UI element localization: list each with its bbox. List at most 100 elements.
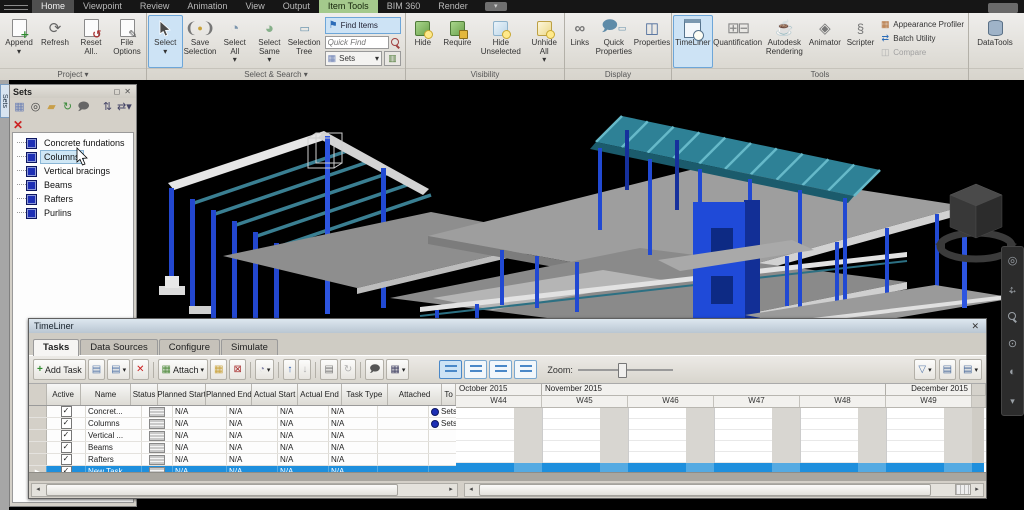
titlebar-widget[interactable] — [988, 3, 1018, 13]
active-checkbox[interactable]: ✓ — [61, 430, 72, 441]
table-scrollbar[interactable]: ◂▸ — [31, 483, 458, 497]
timeliner-titlebar[interactable]: TimeLiner ✕ — [29, 319, 986, 333]
select-all-button[interactable]: ◔ Select All ▾ — [218, 15, 253, 68]
dock-icon[interactable]: ◻ — [112, 87, 123, 96]
select-button[interactable]: Select ▾ — [148, 15, 183, 68]
appearance-profiler-button[interactable]: ▦ Appearance Profiler — [880, 19, 964, 29]
active-checkbox[interactable]: ✓ — [61, 454, 72, 465]
menu-tab-item-tools[interactable]: Item Tools — [319, 0, 378, 13]
menu-tab-bim-360[interactable]: BIM 360 — [378, 0, 430, 13]
zoom-slider-thumb[interactable] — [618, 363, 627, 378]
refresh-tasks-button[interactable]: ↻ — [340, 359, 356, 380]
timeliner-tab-configure[interactable]: Configure — [159, 339, 220, 355]
export-dropdown[interactable]: ▤▾ — [959, 359, 982, 380]
look-icon[interactable]: ◐ — [1009, 366, 1016, 378]
move-down-button[interactable]: ↓ — [298, 359, 311, 380]
move-up-button[interactable]: ↑ — [283, 359, 296, 380]
active-checkbox[interactable]: ✓ — [61, 418, 72, 429]
columns-dropdown[interactable]: ▦▾ — [386, 359, 409, 380]
hide-unselected-button[interactable]: Hide Unselected — [476, 15, 525, 68]
steering-wheel-icon[interactable]: ◎ — [1008, 255, 1018, 267]
find-icon[interactable]: ◎ — [29, 101, 42, 114]
save-selection-button[interactable]: ❨●❩ Save Selection — [183, 15, 218, 68]
pan-icon[interactable]: ↔↕ — [1007, 284, 1018, 296]
render-camera-icon[interactable]: ▾ — [485, 2, 507, 11]
set-item-purlins[interactable]: Purlins — [17, 206, 133, 220]
delete-set-icon[interactable]: ✕ — [13, 118, 23, 132]
batch-utility-button[interactable]: ⇄ Batch Utility — [880, 33, 964, 43]
task-row-concret-[interactable]: ✓Concret...N/AN/AN/AN/ASets->Conc... — [29, 406, 456, 418]
reset-all-button[interactable]: ↺ Reset All.. — [73, 15, 109, 68]
task-row-rafters[interactable]: ✓RaftersN/AN/AN/AN/A — [29, 454, 456, 466]
autodesk-rendering-button[interactable]: ☕ Autodesk Rendering — [763, 15, 807, 68]
quick-find-input[interactable] — [325, 36, 389, 49]
append-button[interactable]: + Append ▾ — [1, 15, 37, 68]
clear-attachment-button[interactable]: ⊠ — [229, 359, 245, 380]
menu-tab-output[interactable]: Output — [274, 0, 319, 13]
show-planned-toggle[interactable] — [464, 360, 487, 379]
import-export-icon[interactable]: ⇄▾ — [117, 101, 130, 114]
scripter-button[interactable]: § Scripter — [844, 15, 878, 68]
comment-button[interactable]: 🗩 — [365, 359, 384, 380]
insert-task-dropdown[interactable]: ▤▾ — [107, 359, 130, 380]
select-same-button[interactable]: ◕ Select Same ▾ — [252, 15, 287, 68]
task-row-beams[interactable]: ✓BeamsN/AN/AN/AN/A — [29, 442, 456, 454]
require-button[interactable]: Require — [439, 15, 477, 68]
timeliner-close-icon[interactable]: ✕ — [969, 321, 981, 332]
unhide-all-button[interactable]: Unhide All ▾ — [525, 15, 563, 68]
menu-tab-home[interactable]: Home — [32, 0, 74, 13]
add-task-button[interactable]: + Add Task — [33, 359, 86, 380]
gantt-scrollbar[interactable]: ◂▸ — [464, 483, 984, 497]
timeliner-tab-tasks[interactable]: Tasks — [33, 339, 79, 356]
quick-find-search-icon[interactable] — [391, 38, 400, 47]
timeliner-tab-simulate[interactable]: Simulate — [221, 339, 278, 355]
links-button[interactable]: ∞ Links — [566, 15, 594, 68]
menu-tab-view[interactable]: View — [236, 0, 273, 13]
menu-tab-animation[interactable]: Animation — [178, 0, 236, 13]
sets-dropdown[interactable]: ▦ Sets ▾ — [325, 51, 382, 66]
timeliner-button[interactable]: TimeLiner — [673, 15, 713, 68]
set-item-vertical-bracings[interactable]: Vertical bracings — [17, 164, 133, 178]
refresh-button[interactable]: ⟳ Refresh — [37, 15, 73, 68]
menu-tab-viewpoint[interactable]: Viewpoint — [74, 0, 131, 13]
export-schedule-button[interactable]: ▤ — [939, 359, 956, 380]
set-item-rafters[interactable]: Rafters — [17, 192, 133, 206]
attach-set-button[interactable]: ▦ — [210, 359, 227, 380]
find-items-button[interactable]: ⚑ Find Items — [325, 17, 401, 34]
print-button[interactable]: ▤ — [320, 359, 337, 380]
selection-tree-button[interactable]: ▭ Selection Tree — [287, 15, 322, 68]
comment-icon[interactable]: 🗩 — [77, 101, 90, 114]
set-item-concrete-fundations[interactable]: Concrete fundations — [17, 136, 133, 150]
timeliner-tab-data-sources[interactable]: Data Sources — [80, 339, 158, 355]
update-icon[interactable]: ↻ — [61, 101, 74, 114]
auto-attach-dropdown[interactable]: ◔▾ — [255, 359, 275, 380]
save-selection-icon[interactable]: ▦ — [13, 101, 26, 114]
animator-button[interactable]: ◈ Animator — [806, 15, 844, 68]
insert-task-button[interactable]: ▤ — [88, 359, 105, 380]
menu-tab-review[interactable]: Review — [131, 0, 179, 13]
app-menu-icon[interactable] — [4, 2, 28, 11]
close-icon[interactable]: ✕ — [122, 87, 133, 96]
scrollbar-grip[interactable] — [955, 484, 971, 495]
show-actual-toggle[interactable] — [489, 360, 512, 379]
active-checkbox[interactable]: ✓ — [61, 406, 72, 417]
gantt-body[interactable] — [456, 408, 986, 473]
task-row-columns[interactable]: ✓ColumnsN/AN/AN/AN/ASets->Colu... — [29, 418, 456, 430]
quick-properties-button[interactable]: 🗩▭ Quick Properties — [594, 15, 634, 68]
compare-button[interactable]: ◫ Compare — [880, 47, 964, 57]
set-item-columns[interactable]: Columns — [17, 150, 133, 164]
menu-tab-render[interactable]: Render — [429, 0, 477, 13]
hide-button[interactable]: Hide — [407, 15, 439, 68]
orbit-icon[interactable]: ⊙ — [1008, 338, 1017, 350]
task-row-vertical-[interactable]: ✓Vertical ...N/AN/AN/AN/A — [29, 430, 456, 442]
sort-icon[interactable]: ⇅ — [101, 101, 114, 114]
delete-task-button[interactable]: ✕ — [132, 359, 148, 380]
filter-dropdown[interactable]: ▽▾ — [914, 359, 935, 380]
properties-button[interactable]: ◫ Properties — [634, 15, 670, 68]
set-item-beams[interactable]: Beams — [17, 178, 133, 192]
show-planned-actual-toggle[interactable] — [514, 360, 537, 379]
quantification-button[interactable]: ⊞⊟ Quantification — [713, 15, 763, 68]
folder-icon[interactable]: ▰ — [45, 101, 58, 114]
file-options-button[interactable]: ✎ File Options — [109, 15, 145, 68]
datatools-button[interactable]: DataTools — [970, 15, 1020, 68]
